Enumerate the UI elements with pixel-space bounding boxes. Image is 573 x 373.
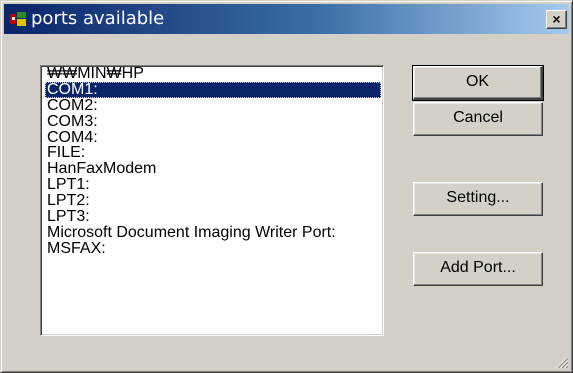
list-item[interactable]: COM2: <box>45 97 381 114</box>
list-item[interactable]: LPT1: <box>45 177 381 193</box>
list-item[interactable]: MSFAX: <box>45 240 381 257</box>
window-title: ports available <box>31 8 165 29</box>
list-item[interactable]: Microsoft Document Imaging Writer Port: <box>45 224 381 241</box>
setting-button[interactable]: Setting... <box>413 182 543 216</box>
printer-icon <box>10 12 26 26</box>
list-item[interactable]: LPT2: <box>45 193 381 209</box>
ports-list[interactable]: ₩₩MIN₩HP COM1: COM2: COM3: COM4: FILE: HanFaxM… <box>40 65 384 336</box>
close-icon: × <box>552 11 561 27</box>
close-button[interactable]: × <box>546 10 567 29</box>
ok-button[interactable]: OK <box>412 65 544 101</box>
list-item[interactable]: FILE: <box>45 145 381 161</box>
cancel-button[interactable]: Cancel <box>413 102 543 136</box>
list-item[interactable]: COM4: <box>45 129 381 146</box>
list-item[interactable]: HanFaxModem <box>45 161 381 177</box>
list-item[interactable]: LPT3: <box>45 209 381 225</box>
resize-grip-icon[interactable] <box>555 355 569 369</box>
add-port-button[interactable]: Add Port... <box>413 252 543 286</box>
title-bar[interactable]: ports available × <box>4 4 569 34</box>
list-item[interactable]: COM3: <box>45 113 381 130</box>
list-item[interactable]: COM1: <box>45 81 381 98</box>
list-item[interactable]: ₩₩MIN₩HP <box>45 66 381 82</box>
ports-dialog: ports available × ₩₩MIN₩HP COM1: COM2: COM3… <box>0 0 573 373</box>
